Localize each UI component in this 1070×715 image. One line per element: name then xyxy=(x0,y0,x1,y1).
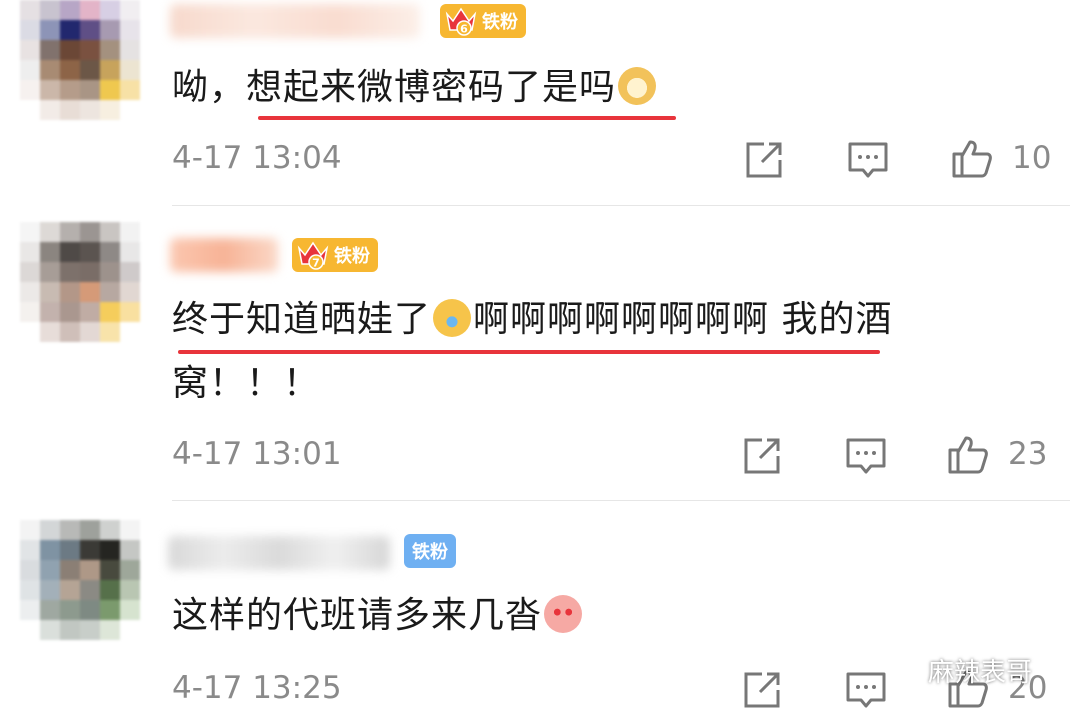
badge-level: 7 xyxy=(312,257,320,270)
username[interactable] xyxy=(168,536,390,570)
avatar[interactable] xyxy=(20,0,140,120)
like-icon[interactable] xyxy=(946,432,990,476)
crying-emoji xyxy=(433,299,472,337)
crown-icon: 6 xyxy=(445,7,477,36)
timestamp: 4-17 13:25 xyxy=(172,670,342,706)
avatar[interactable] xyxy=(20,520,140,640)
divider xyxy=(172,500,1070,501)
username[interactable] xyxy=(170,238,278,272)
crown-icon: 7 xyxy=(297,241,329,270)
comment-icon[interactable] xyxy=(846,138,890,182)
badge-label: 铁粉 xyxy=(334,246,370,267)
like-count: 10 xyxy=(1012,140,1052,176)
watermark-text: 麻辣表哥 xyxy=(928,657,1033,688)
like-icon[interactable] xyxy=(950,136,994,180)
badge-label: 铁粉 xyxy=(412,542,448,563)
comment-text: 呦，想起来微博密码了是吗 xyxy=(172,58,658,118)
red-underline xyxy=(178,350,880,354)
comment-text-content: 这样的代班请多来几沓 xyxy=(172,595,543,636)
timestamp: 4-17 13:01 xyxy=(172,436,342,472)
share-icon[interactable] xyxy=(740,434,784,478)
badge-label: 铁粉 xyxy=(482,12,518,33)
comment-text-content-2: 啊啊啊啊啊啊啊啊 我的酒 xyxy=(473,299,893,340)
like-count: 23 xyxy=(1008,436,1048,472)
divider xyxy=(172,205,1070,206)
dog-face-emoji xyxy=(618,67,657,105)
wechat-icon xyxy=(884,655,920,684)
timestamp: 4-17 13:04 xyxy=(172,140,342,176)
username[interactable] xyxy=(170,4,420,38)
fan-badge[interactable]: 7 铁粉 xyxy=(292,238,378,272)
comment-text-content: 呦，想起来微博密码了是吗 xyxy=(172,67,617,108)
share-icon[interactable] xyxy=(742,138,786,182)
red-underline xyxy=(258,116,676,120)
comment-icon[interactable] xyxy=(844,434,888,478)
share-icon[interactable] xyxy=(740,668,784,712)
avatar[interactable] xyxy=(20,222,140,342)
comment-text-line2: 窝！！！ xyxy=(172,363,321,404)
watermark: 麻辣表哥 xyxy=(882,650,1032,690)
badge-level: 6 xyxy=(460,23,468,36)
fan-badge[interactable]: 6 铁粉 xyxy=(440,4,526,38)
comment-text: 这样的代班请多来几沓 xyxy=(172,586,584,646)
fan-badge[interactable]: 铁粉 xyxy=(404,534,456,568)
comment-text-content: 终于知道晒娃了 xyxy=(172,299,432,340)
love-face-emoji xyxy=(544,595,583,633)
comment-text: 终于知道晒娃了 啊啊啊啊啊啊啊啊 我的酒 xyxy=(172,290,892,350)
